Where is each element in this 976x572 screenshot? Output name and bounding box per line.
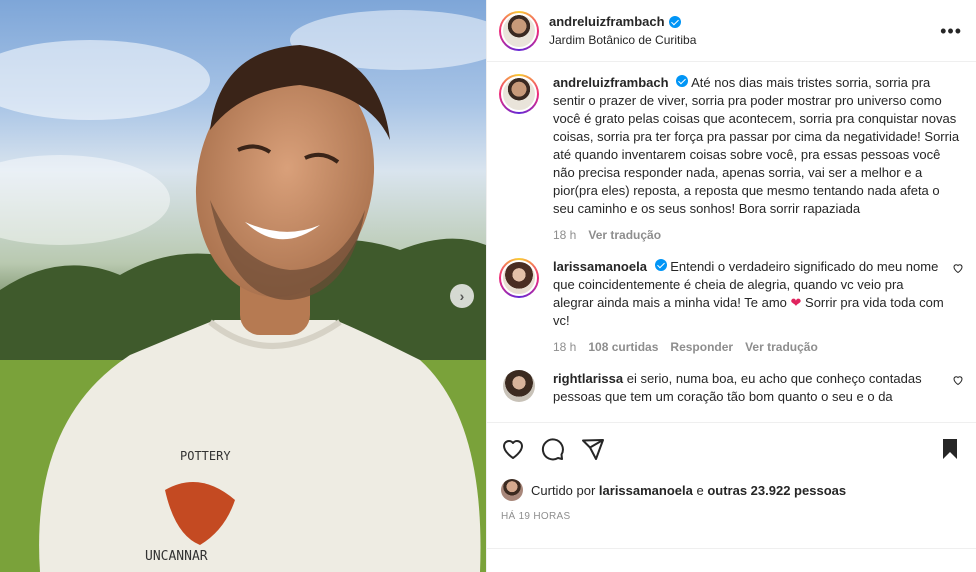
reply-button[interactable]: Responder [670,338,733,356]
caption-avatar[interactable] [499,74,539,114]
comment-icon[interactable] [541,437,565,461]
commenter-avatar[interactable] [503,370,535,402]
comment-like-heart-icon[interactable] [952,374,964,386]
verified-badge-icon [676,75,689,87]
action-icons [501,437,962,461]
svg-text:POTTERY: POTTERY [180,449,231,463]
verified-badge-icon [654,259,667,271]
comment-username[interactable]: larissamanoela [553,259,647,274]
photo-illustration: POTTERY UNCANNAR [0,10,486,572]
post-header: andreluizframbach Jardim Botânico de Cur… [487,0,976,62]
comment-body: larissamanoela Entendi o verdadeiro sign… [553,258,944,356]
likes-text: Curtido por larissamanoela e outras 23.9… [531,483,846,498]
caption-time[interactable]: 18 h [553,226,576,244]
likes-summary: Curtido por larissamanoela e outras 23.9… [501,479,962,501]
caption-see-translation[interactable]: Ver tradução [588,226,661,244]
header-text: andreluizframbach Jardim Botânico de Cur… [549,14,940,47]
caption: andreluizframbach Até nos dias mais tris… [499,74,964,244]
post-side-panel: andreluizframbach Jardim Botânico de Cur… [486,0,976,572]
more-options-button[interactable]: ••• [940,22,962,40]
add-comment-bar[interactable] [487,548,976,572]
carousel-next-button[interactable]: › [450,284,474,308]
heart-emoji: ❤ [790,295,802,310]
likes-middle: e [692,482,708,498]
likes-others-count[interactable]: outras 23.922 pessoas [707,483,846,498]
author-avatar[interactable] [499,10,539,51]
comments-list[interactable]: andreluizframbach Até nos dias mais tris… [487,62,976,422]
caption-text: Até nos dias mais tristes sorria, sorria… [553,75,960,216]
bookmark-icon[interactable] [938,437,962,461]
share-icon[interactable] [581,437,605,461]
author-username[interactable]: andreluizframbach [549,14,665,29]
liker-avatar[interactable] [501,479,523,501]
post-photo[interactable]: POTTERY UNCANNAR › [0,0,486,572]
comment-time[interactable]: 18 h [553,338,576,356]
post-time-ago[interactable]: HÁ 19 HORAS [501,511,962,522]
comment-meta: 18 h 108 curtidas Responder Ver tradução [553,338,944,356]
verified-badge-icon [668,15,681,28]
comment-item: rightlarissa ei serio, numa boa, eu acho… [499,370,964,406]
comment-item: larissamanoela Entendi o verdadeiro sign… [499,258,964,356]
post-location[interactable]: Jardim Botânico de Curitiba [549,33,940,47]
see-translation-button[interactable]: Ver tradução [745,338,818,356]
likes-prefix: Curtido por [531,482,599,498]
liker-username[interactable]: larissamanoela [599,483,693,498]
caption-meta: 18 h Ver tradução [553,226,964,244]
comment-username[interactable]: rightlarissa [553,371,623,386]
comment-body: rightlarissa ei serio, numa boa, eu acho… [553,370,944,406]
author-username-row: andreluizframbach [549,14,681,29]
comment-likes[interactable]: 108 curtidas [588,338,658,356]
svg-text:UNCANNAR: UNCANNAR [145,549,208,564]
caption-body: andreluizframbach Até nos dias mais tris… [553,74,964,244]
comment-like-heart-icon[interactable] [952,262,964,274]
heart-icon[interactable] [501,437,525,461]
caption-username[interactable]: andreluizframbach [553,75,669,90]
commenter-avatar[interactable] [499,258,539,298]
